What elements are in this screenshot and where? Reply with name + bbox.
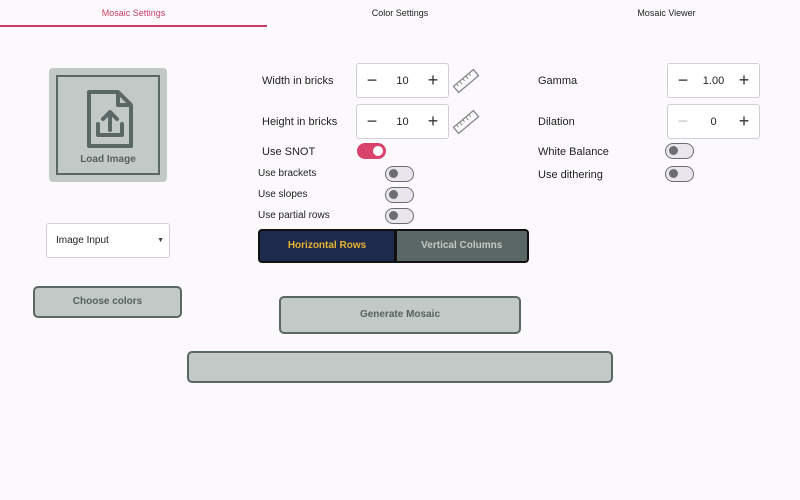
ruler-icon[interactable]: [452, 109, 480, 135]
tab-color-settings[interactable]: Color Settings: [267, 0, 533, 27]
gamma-stepper: − 1.00 +: [667, 63, 760, 98]
use-partial-rows-toggle[interactable]: [385, 208, 414, 224]
gamma-label: Gamma: [538, 75, 578, 87]
gamma-increment-button[interactable]: +: [729, 64, 759, 97]
dilation-value[interactable]: 0: [698, 105, 729, 138]
orientation-segmented-control: Horizontal Rows Vertical Columns: [258, 229, 529, 263]
vertical-columns-option[interactable]: Vertical Columns: [396, 231, 527, 261]
toggle-knob: [669, 146, 678, 155]
use-snot-toggle[interactable]: [357, 143, 386, 159]
use-slopes-toggle[interactable]: [385, 187, 414, 203]
height-decrement-button[interactable]: −: [357, 105, 387, 138]
width-label: Width in bricks: [262, 75, 334, 87]
width-stepper: − 10 +: [356, 63, 449, 98]
dilation-decrement-button[interactable]: −: [668, 105, 698, 138]
height-increment-button[interactable]: +: [418, 105, 448, 138]
dilation-stepper: − 0 +: [667, 104, 760, 139]
height-stepper: − 10 +: [356, 104, 449, 139]
use-dithering-label: Use dithering: [538, 169, 603, 181]
load-image-label: Load Image: [80, 154, 136, 165]
chevron-down-icon: ▼: [157, 237, 164, 244]
toggle-knob: [389, 211, 398, 220]
generate-mosaic-button[interactable]: Generate Mosaic: [279, 296, 521, 334]
use-brackets-label: Use brackets: [258, 168, 317, 179]
width-increment-button[interactable]: +: [418, 64, 448, 97]
gamma-value[interactable]: 1.00: [698, 64, 729, 97]
use-snot-label: Use SNOT: [262, 146, 316, 158]
image-input-selected-value: Image Input: [56, 235, 109, 246]
gamma-decrement-button[interactable]: −: [668, 64, 698, 97]
width-value[interactable]: 10: [387, 64, 418, 97]
image-input-select[interactable]: Image Input ▼: [46, 223, 170, 258]
height-label: Height in bricks: [262, 116, 338, 128]
white-balance-toggle[interactable]: [665, 143, 694, 159]
tab-bar: Mosaic Settings Color Settings Mosaic Vi…: [0, 0, 800, 28]
choose-colors-button[interactable]: Choose colors: [33, 286, 182, 318]
load-image-frame: Load Image: [56, 75, 160, 175]
tab-mosaic-viewer[interactable]: Mosaic Viewer: [533, 0, 800, 27]
toggle-knob: [373, 145, 383, 156]
use-slopes-label: Use slopes: [258, 189, 308, 200]
white-balance-label: White Balance: [538, 146, 609, 158]
file-upload-icon: [87, 90, 133, 148]
use-partial-rows-label: Use partial rows: [258, 210, 330, 221]
dilation-label: Dilation: [538, 116, 575, 128]
dilation-increment-button[interactable]: +: [729, 105, 759, 138]
horizontal-rows-option[interactable]: Horizontal Rows: [260, 231, 394, 261]
width-decrement-button[interactable]: −: [357, 64, 387, 97]
use-dithering-toggle[interactable]: [665, 166, 694, 182]
height-value[interactable]: 10: [387, 105, 418, 138]
progress-bar: [187, 351, 613, 383]
ruler-icon[interactable]: [452, 68, 480, 94]
toggle-knob: [669, 169, 678, 178]
load-image-button[interactable]: Load Image: [49, 68, 167, 182]
toggle-knob: [389, 190, 398, 199]
use-brackets-toggle[interactable]: [385, 166, 414, 182]
toggle-knob: [389, 169, 398, 178]
tab-mosaic-settings[interactable]: Mosaic Settings: [0, 0, 267, 27]
